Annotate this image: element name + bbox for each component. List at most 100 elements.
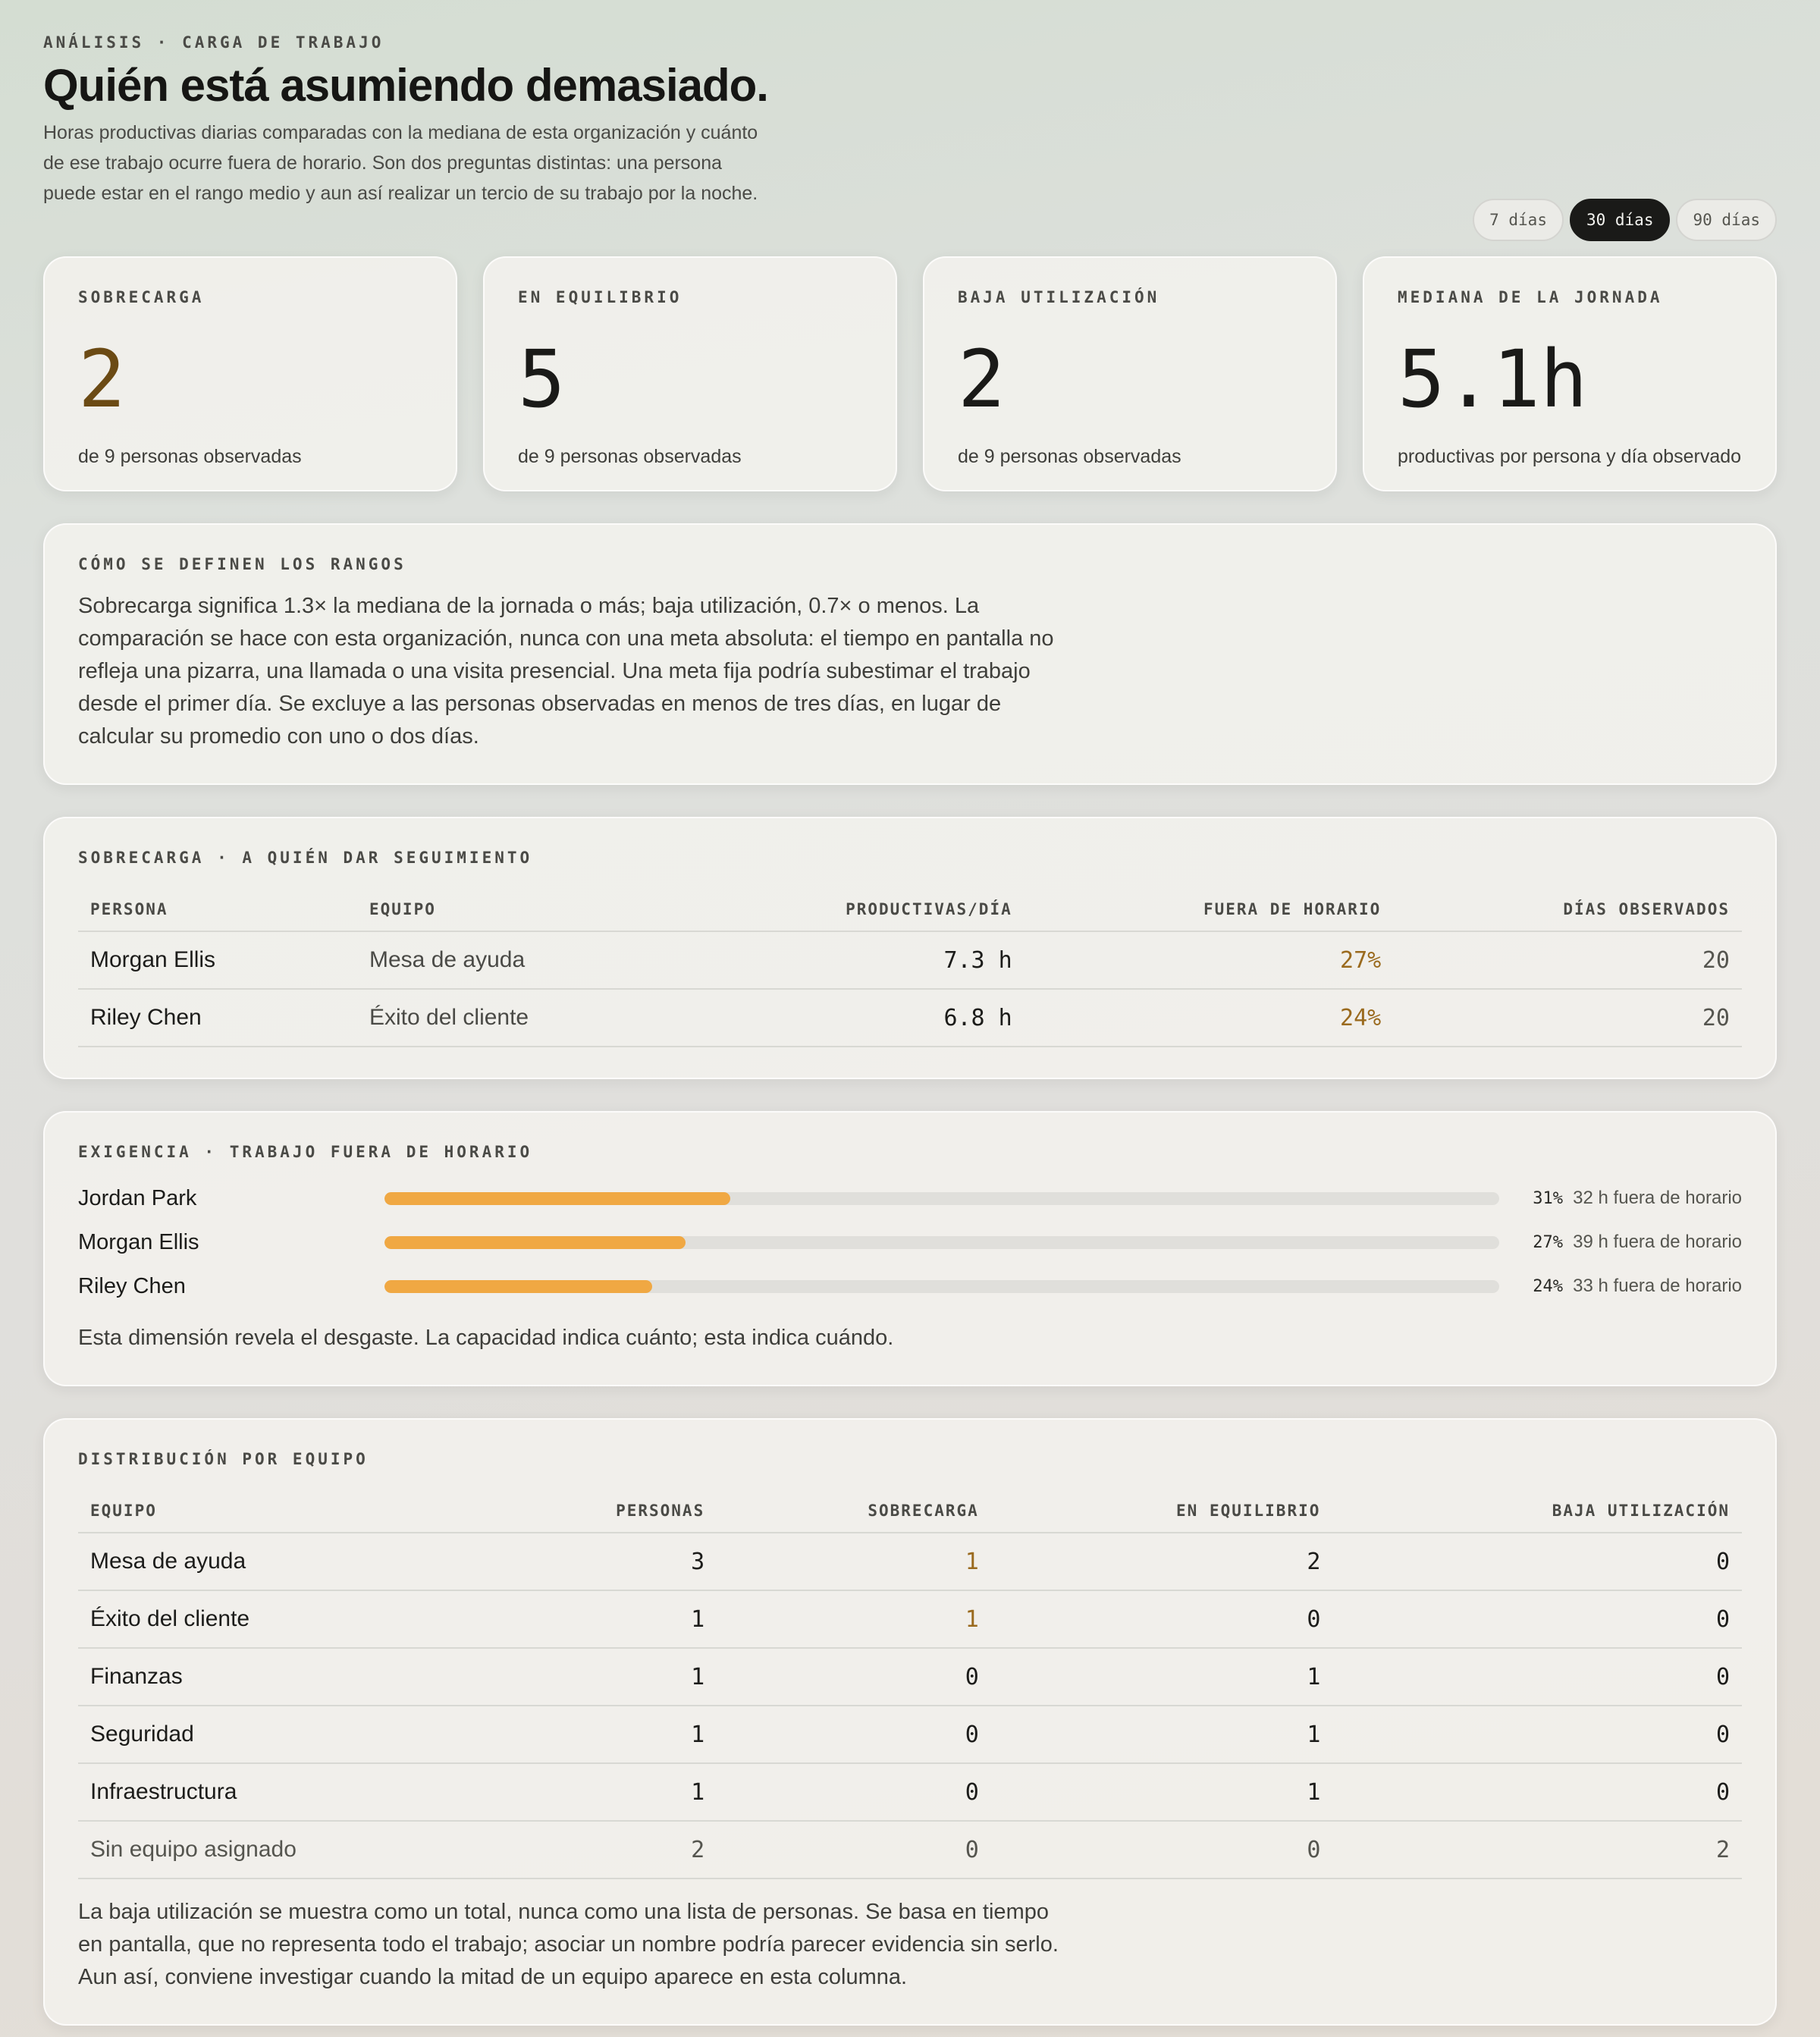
range-30-days-button[interactable]: 30 días [1569, 199, 1671, 241]
bar-track [384, 1235, 1499, 1249]
bar-track [384, 1279, 1499, 1293]
bar-person-name: Morgan Ellis [78, 1229, 199, 1254]
team-name: Sin equipo asignado [78, 1821, 488, 1879]
stat-value: 5 [518, 333, 566, 425]
stat-label: BAJA UTILIZACIÓN [958, 288, 1160, 306]
stat-card-overload: SOBRECARGA 2 de 9 personas observadas [43, 256, 457, 491]
people-count: 3 [488, 1533, 717, 1591]
balanced-count: 2 [990, 1533, 1333, 1591]
stat-card-underutilized: BAJA UTILIZACIÓN 2 de 9 personas observa… [923, 256, 1337, 491]
range-7-days-button[interactable]: 7 días [1473, 199, 1564, 241]
team-name: Éxito del cliente [78, 1590, 488, 1649]
days-observed: 20 [1393, 931, 1742, 990]
people-count: 1 [488, 1648, 717, 1706]
column-header-team: EQUIPO [357, 888, 676, 932]
overload-count: 1 [717, 1533, 991, 1591]
after-hours-bar-list: Jordan Park 31% 32 h fuera de horario Mo… [78, 1176, 1742, 1308]
table-row: Sin equipo asignado 2 0 0 2 [78, 1821, 1742, 1879]
table-row: Seguridad 1 0 1 0 [78, 1706, 1742, 1764]
table-row: Mesa de ayuda 3 1 2 0 [78, 1533, 1742, 1591]
underutilized-count: 0 [1332, 1590, 1742, 1649]
balanced-count: 1 [990, 1706, 1333, 1764]
column-header-balanced: EN EQUILIBRIO [990, 1489, 1333, 1533]
person-name: Riley Chen [78, 989, 357, 1047]
team-name: Seguridad [78, 1706, 488, 1764]
overload-panel: SOBRECARGA · A QUIÉN DAR SEGUIMIENTO PER… [43, 817, 1777, 1079]
bar-track [384, 1191, 1499, 1205]
table-header-row: PERSONA EQUIPO PRODUCTIVAS/DÍA FUERA DE … [78, 888, 1742, 932]
stat-value: 2 [958, 333, 1006, 425]
productive-hours: 7.3 h [676, 931, 1025, 990]
panel-title: CÓMO SE DEFINEN LOS RANGOS [78, 555, 406, 573]
balanced-count: 1 [990, 1763, 1333, 1822]
bar-hours-note: 32 h fuera de horario [1573, 1188, 1742, 1208]
time-range-selector: 7 días 30 días 90 días [1473, 199, 1777, 241]
stat-subtext: productivas por persona y día observado [1398, 446, 1742, 467]
table-row: Riley Chen Éxito del cliente 6.8 h 24% 2… [78, 989, 1742, 1047]
overload-count: 0 [717, 1706, 991, 1764]
overload-count: 0 [717, 1648, 991, 1706]
summary-stats: SOBRECARGA 2 de 9 personas observadas EN… [43, 256, 1777, 491]
days-observed: 20 [1393, 989, 1742, 1047]
people-count: 1 [488, 1706, 717, 1764]
bar-fill [384, 1191, 730, 1205]
stat-value: 2 [78, 333, 126, 425]
balanced-count: 0 [990, 1590, 1333, 1649]
productive-hours: 6.8 h [676, 989, 1025, 1047]
panel-title: SOBRECARGA · A QUIÉN DAR SEGUIMIENTO [78, 849, 533, 867]
panel-title: DISTRIBUCIÓN POR EQUIPO [78, 1450, 369, 1468]
stat-label: MEDIANA DE LA JORNADA [1398, 288, 1663, 306]
underutilized-count: 0 [1332, 1533, 1742, 1591]
person-name: Morgan Ellis [78, 931, 357, 990]
table-row: Finanzas 1 0 1 0 [78, 1648, 1742, 1706]
team-name: Infraestructura [78, 1763, 488, 1822]
table-row: Morgan Ellis Mesa de ayuda 7.3 h 27% 20 [78, 931, 1742, 990]
column-header-overload: SOBRECARGA [717, 1489, 991, 1533]
bar-percent: 31% [1533, 1188, 1563, 1208]
panel-title: EXIGENCIA · TRABAJO FUERA DE HORARIO [78, 1143, 533, 1161]
overload-count: 1 [717, 1590, 991, 1649]
demand-text: Esta dimensión revela el desgaste. La ca… [78, 1326, 894, 1350]
bar-fill [384, 1279, 652, 1293]
bar-row: Jordan Park 31% 32 h fuera de horario [78, 1176, 1742, 1220]
column-header-person: PERSONA [78, 888, 357, 932]
column-header-people: PERSONAS [488, 1489, 717, 1533]
overload-count: 0 [717, 1821, 991, 1879]
column-header-after-hours: FUERA DE HORARIO [1024, 888, 1394, 932]
table-row: Éxito del cliente 1 1 0 0 [78, 1590, 1742, 1649]
table-header-row: EQUIPO PERSONAS SOBRECARGA EN EQUILIBRIO… [78, 1489, 1742, 1533]
overload-table: PERSONA EQUIPO PRODUCTIVAS/DÍA FUERA DE … [78, 888, 1742, 1047]
bar-hours-note: 39 h fuera de horario [1573, 1232, 1742, 1252]
table-row: Infraestructura 1 0 1 0 [78, 1763, 1742, 1822]
after-hours-pct: 27% [1024, 931, 1394, 990]
page-subtitle: Horas productivas diarias comparadas con… [43, 122, 758, 204]
stat-label: EN EQUILIBRIO [518, 288, 682, 306]
column-header-team: EQUIPO [78, 1489, 488, 1533]
bar-person-name: Jordan Park [78, 1185, 197, 1210]
bar-percent: 27% [1533, 1232, 1563, 1252]
stat-card-balanced: EN EQUILIBRIO 5 de 9 personas observadas [483, 256, 897, 491]
team-distribution-panel: DISTRIBUCIÓN POR EQUIPO EQUIPO PERSONAS … [43, 1418, 1777, 2026]
page-header: ANÁLISIS · CARGA DE TRABAJO Quién está a… [43, 33, 1777, 241]
stat-label: SOBRECARGA [78, 288, 205, 306]
page-eyebrow: ANÁLISIS · CARGA DE TRABAJO [43, 33, 384, 52]
balanced-count: 1 [990, 1648, 1333, 1706]
stat-subtext: de 9 personas observadas [518, 446, 742, 467]
column-header-hours: PRODUCTIVAS/DÍA [676, 888, 1025, 932]
underutilized-count: 2 [1332, 1821, 1742, 1879]
bar-person-name: Riley Chen [78, 1273, 186, 1298]
range-90-days-button[interactable]: 90 días [1676, 199, 1777, 241]
distribution-table: EQUIPO PERSONAS SOBRECARGA EN EQUILIBRIO… [78, 1489, 1742, 1879]
bar-percent: 24% [1533, 1276, 1563, 1296]
people-count: 1 [488, 1763, 717, 1822]
balanced-count: 0 [990, 1821, 1333, 1879]
stat-value: 5.1h [1398, 333, 1588, 425]
underutilized-count: 0 [1332, 1763, 1742, 1822]
bar-hours-note: 33 h fuera de horario [1573, 1276, 1742, 1296]
distribution-text: La baja utilización se muestra como un t… [78, 1900, 1059, 1989]
underutilized-count: 0 [1332, 1706, 1742, 1764]
bar-row: Riley Chen 24% 33 h fuera de horario [78, 1264, 1742, 1308]
stat-subtext: de 9 personas observadas [78, 446, 302, 467]
stat-card-median-day: MEDIANA DE LA JORNADA 5.1h productivas p… [1363, 256, 1777, 491]
team-name: Finanzas [78, 1648, 488, 1706]
